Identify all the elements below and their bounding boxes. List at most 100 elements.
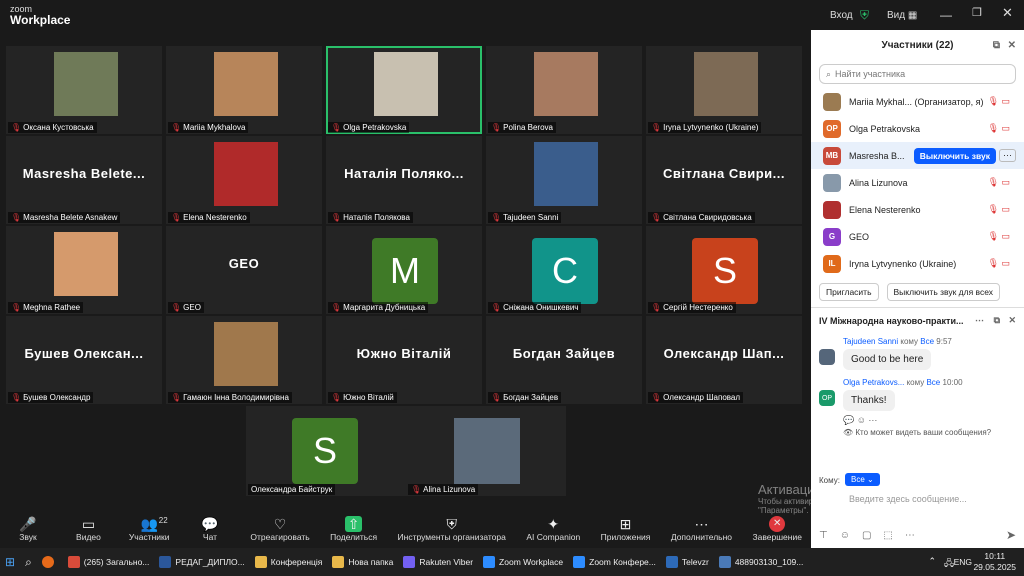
video-tile[interactable]: Бушев Олексан... 🎙 Бушев Олександр xyxy=(6,316,162,404)
participant-row[interactable]: OP Olga Petrakovska 🎙 ▭ xyxy=(811,115,1024,142)
popout-icon[interactable]: ⧉ xyxy=(993,40,1000,51)
network-icon[interactable]: 🖧 xyxy=(944,556,954,572)
shield-icon[interactable]: ⛨ xyxy=(860,0,869,30)
taskbar-app[interactable]: Нова папка xyxy=(327,548,398,576)
control-host-tools[interactable]: ⛨ Инструменты организатора xyxy=(398,510,506,548)
control-end[interactable]: ✕ Завершение xyxy=(752,510,802,548)
video-tile[interactable]: Світлана Свири... 🎙 Світлана Свиридовська xyxy=(646,136,802,224)
control-mic-muted[interactable]: 🎤 Звук xyxy=(8,510,48,548)
video-tile[interactable]: C 🎙 Сніжана Онишкевич xyxy=(486,226,642,314)
control-chat[interactable]: 💬 Чат xyxy=(190,510,230,548)
zoom-logo: zoom Workplace xyxy=(10,4,71,27)
taskbar-app[interactable]: Televzr xyxy=(661,548,714,576)
participant-video xyxy=(214,142,278,206)
format-icon[interactable]: ⊤ xyxy=(819,530,828,541)
control-apps[interactable]: ⊞ Приложения xyxy=(601,510,651,548)
message-meta: Tajudeen Sanni кому Все 9:57 xyxy=(843,337,952,346)
tile-name: 🎙 Сніжана Онишкевич xyxy=(488,302,582,313)
popout-icon[interactable]: ⧉ xyxy=(994,315,1000,326)
chat-more-icon[interactable]: ⋯ xyxy=(975,315,984,326)
close-panel-icon[interactable]: ✕ xyxy=(1008,40,1016,51)
video-tile[interactable]: Олександр Шап... 🎙 Олександр Шаповал xyxy=(646,316,802,404)
to-select[interactable]: Все ⌄ xyxy=(845,473,880,486)
video-tile[interactable]: 🎙 Alina Lizunova xyxy=(406,406,566,496)
more-options-icon[interactable]: ⋯ xyxy=(999,149,1016,162)
control-more[interactable]: ⋯ Дополнительно xyxy=(671,510,732,548)
mute-participant-button[interactable]: Выключить звук xyxy=(913,147,996,164)
taskbar-app[interactable]: Rakuten Viber xyxy=(398,548,478,576)
display-name: Бушев Олексан... xyxy=(24,346,144,361)
video-tile[interactable]: 🎙 Olga Petrakovska xyxy=(326,46,482,134)
taskbar-app[interactable]: Zoom Workplace xyxy=(478,548,568,576)
participant-search-input[interactable]: ⌕ Найти участника xyxy=(819,64,1016,84)
video-tile[interactable]: 🎙 Гамаюн Інна Володимирівна xyxy=(166,316,322,404)
video-tile[interactable]: 🎙 Tajudeen Sanni xyxy=(486,136,642,224)
video-tile[interactable]: Наталія Поляко... 🎙 Наталія Полякова xyxy=(326,136,482,224)
message-actions[interactable]: 💬 ☺ ⋯ xyxy=(811,415,1024,426)
video-tile[interactable]: 🎙 Оксана Кустовська xyxy=(6,46,162,134)
video-tile[interactable]: 🎙 Mariia Mykhalova xyxy=(166,46,322,134)
mic-muted-icon: 🎙 xyxy=(651,123,662,132)
search-icon[interactable]: ⌕ xyxy=(20,548,37,576)
signin-link[interactable]: Вход xyxy=(830,0,853,30)
chat-message: Tajudeen Sanni кому Все 9:57 Good to be h… xyxy=(811,333,1024,374)
screenshot-icon[interactable]: ⬚ xyxy=(883,530,892,541)
taskbar-app[interactable]: РЕДАГ_ДИПЛО... xyxy=(154,548,249,576)
tile-name: 🎙 Сергій Нестеренко xyxy=(648,302,736,313)
video-tile[interactable]: Богдан Зайцев 🎙 Богдан Зайцев xyxy=(486,316,642,404)
clock[interactable]: 10:11 29.05.2025 xyxy=(973,551,1016,573)
participant-row[interactable]: Alina Lizunova 🎙 ▭ xyxy=(811,169,1024,196)
message-bubble[interactable]: Thanks! xyxy=(843,390,895,411)
tray-chevron-icon[interactable]: ⌃ xyxy=(928,556,936,567)
who-can-see-link[interactable]: 👁 Кто может видеть ваши сообщения? xyxy=(811,426,1024,439)
participant-row[interactable]: Elena Nesterenko 🎙 ▭ xyxy=(811,196,1024,223)
video-tile[interactable]: 🎙 Meghna Rathee xyxy=(6,226,162,314)
emoji-icon[interactable]: ☺ xyxy=(840,530,850,541)
control-video[interactable]: ▭ Видео xyxy=(68,510,108,548)
close-chat-icon[interactable]: ✕ xyxy=(1008,315,1016,326)
participant-list: Mariia Mykhal... (Организатор, я) 🎙 ▭ OP Ol… xyxy=(811,88,1024,277)
restore-icon[interactable]: ❐ xyxy=(972,6,982,19)
invite-button[interactable]: Пригласить xyxy=(819,283,879,301)
tile-name: 🎙 Masresha Belete Asnakew xyxy=(8,212,121,223)
tile-name: 🎙 Богдан Зайцев xyxy=(488,392,562,403)
video-tile[interactable]: S 🎙 Сергій Нестеренко xyxy=(646,226,802,314)
participant-row[interactable]: IL Iryna Lytvynenko (Ukraine) 🎙 ▭ xyxy=(811,250,1024,277)
control-react[interactable]: ♡ Отреагировать xyxy=(250,510,309,548)
control-share[interactable]: ⇧ Поделиться xyxy=(330,510,377,548)
send-icon[interactable]: ➤ xyxy=(1006,528,1016,542)
view-button[interactable]: Вид ▦ xyxy=(887,0,917,30)
chat-title: IV Міжнародна науково-практи... xyxy=(819,315,964,326)
minimize-icon[interactable]: — xyxy=(940,8,952,22)
close-icon[interactable]: ✕ xyxy=(1002,5,1013,21)
start-icon[interactable]: ⊞ xyxy=(0,548,20,576)
taskbar-app[interactable]: Zoom Конфере... xyxy=(568,548,661,576)
taskbar-app[interactable]: Конференція xyxy=(250,548,328,576)
more-icon[interactable]: ⋯ xyxy=(905,530,915,541)
participant-row[interactable]: MB Masresha B... Выключить звук ⋯ xyxy=(811,142,1024,169)
video-tile[interactable]: Южно Віталій 🎙 Южно Віталій xyxy=(326,316,482,404)
chat-input[interactable]: Введите здесь сообщение... xyxy=(849,494,967,504)
file-icon[interactable]: ▢ xyxy=(862,530,871,541)
video-tile[interactable]: M 🎙 Маргарита Дубницька xyxy=(326,226,482,314)
participant-video xyxy=(214,322,278,386)
video-tile[interactable]: GEO 🎙 GEO xyxy=(166,226,322,314)
mute-all-button[interactable]: Выключить звук для всех xyxy=(886,283,1001,301)
message-bubble[interactable]: Good to be here xyxy=(843,349,932,370)
video-tile[interactable]: Masresha Belete... 🎙 Masresha Belete Asnak… xyxy=(6,136,162,224)
video-tile[interactable]: S Олександра Байструк xyxy=(246,406,406,496)
firefox-icon[interactable] xyxy=(37,548,63,576)
video-tile[interactable]: 🎙 Polina Berova xyxy=(486,46,642,134)
video-tile[interactable]: 🎙 Iryna Lytvynenko (Ukraine) xyxy=(646,46,802,134)
participant-name: Mariia Mykhal... (Организатор, я) xyxy=(849,96,984,107)
participant-row[interactable]: G GEO 🎙 ▭ xyxy=(811,223,1024,250)
taskbar-app[interactable]: 488903130_109... xyxy=(714,548,809,576)
taskbar-app[interactable]: (265) Загально... xyxy=(63,548,155,576)
app-label: Конференція xyxy=(270,557,323,567)
control-participants[interactable]: 👥 Участники 22 xyxy=(129,510,170,548)
language-indicator[interactable]: ENG xyxy=(954,557,972,567)
video-tile[interactable]: 🎙 Elena Nesterenko xyxy=(166,136,322,224)
avatar: IL xyxy=(823,254,841,273)
control-ai-companion[interactable]: ✦ AI Companion xyxy=(526,510,580,548)
participant-row[interactable]: Mariia Mykhal... (Организатор, я) 🎙 ▭ xyxy=(811,88,1024,115)
